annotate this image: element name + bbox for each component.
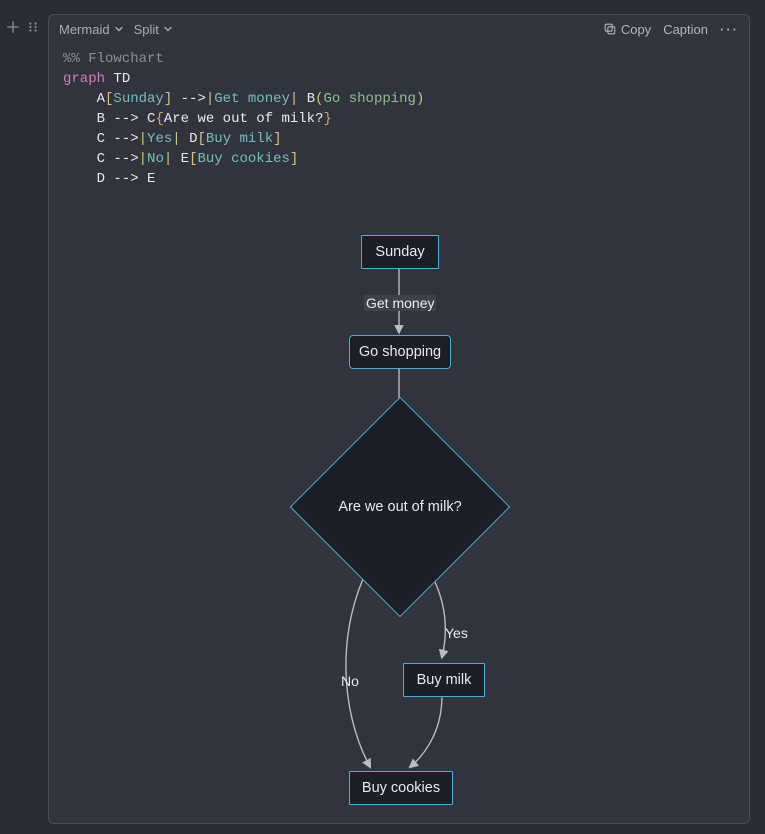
code-token: graph xyxy=(63,71,105,87)
code-token: TD xyxy=(113,71,130,87)
code-token: ] xyxy=(290,151,298,167)
edge-label-getmoney: Get money xyxy=(364,295,436,311)
code-token: --> xyxy=(113,151,138,167)
code-token: ) xyxy=(416,91,424,107)
edge-label-yes: Yes xyxy=(443,625,470,641)
node-decision[interactable] xyxy=(290,397,511,618)
code-token: D xyxy=(97,171,105,187)
code-token: | xyxy=(139,151,147,167)
code-token: B xyxy=(307,91,315,107)
caption-label: Caption xyxy=(663,22,708,37)
code-editor[interactable]: %% Flowchart graph TD A[Sunday] -->|Get … xyxy=(49,43,749,199)
edge-label-no: No xyxy=(339,673,361,689)
chevron-down-icon xyxy=(163,24,173,34)
code-token: [ xyxy=(197,131,205,147)
code-token: Get money xyxy=(214,91,290,107)
node-label: Sunday xyxy=(375,244,424,260)
code-token: C xyxy=(97,131,105,147)
node-buy-milk[interactable]: Buy milk xyxy=(403,663,485,697)
code-token: | xyxy=(164,151,172,167)
mermaid-block: Mermaid Split Copy Caption ··· %% Flowch… xyxy=(48,14,750,824)
code-token: --> xyxy=(181,91,206,107)
code-token: No xyxy=(147,151,164,167)
add-block-icon[interactable] xyxy=(6,20,20,34)
node-go-shopping[interactable]: Go shopping xyxy=(349,335,451,369)
copy-label: Copy xyxy=(621,22,651,37)
code-token: | xyxy=(290,91,298,107)
layout-dropdown[interactable]: Split xyxy=(134,22,173,37)
code-token: { xyxy=(155,111,163,127)
code-token: | xyxy=(139,131,147,147)
more-menu-button[interactable]: ··· xyxy=(720,22,739,37)
mode-label: Mermaid xyxy=(59,22,110,37)
drag-handle-icon[interactable] xyxy=(26,20,40,34)
caption-button[interactable]: Caption xyxy=(663,22,708,37)
code-token: E xyxy=(147,171,155,187)
code-token: Are we out of milk? xyxy=(164,111,324,127)
mode-dropdown[interactable]: Mermaid xyxy=(59,22,124,37)
block-toolbar: Mermaid Split Copy Caption ··· xyxy=(49,15,749,43)
code-token: ] xyxy=(164,91,172,107)
code-token: --> xyxy=(113,171,138,187)
code-token: Yes xyxy=(147,131,172,147)
code-token: %% Flowchart xyxy=(63,51,164,67)
copy-icon xyxy=(603,22,617,36)
code-token: ( xyxy=(315,91,323,107)
node-label: Buy cookies xyxy=(362,780,440,796)
layout-label: Split xyxy=(134,22,159,37)
chevron-down-icon xyxy=(114,24,124,34)
code-token: --> xyxy=(113,111,138,127)
code-token: ] xyxy=(273,131,281,147)
copy-button[interactable]: Copy xyxy=(603,22,651,37)
code-token: --> xyxy=(113,131,138,147)
code-token: Buy milk xyxy=(206,131,273,147)
node-sunday[interactable]: Sunday xyxy=(361,235,439,269)
code-token: | xyxy=(172,131,180,147)
node-label: Buy milk xyxy=(417,672,472,688)
node-buy-cookies[interactable]: Buy cookies xyxy=(349,771,453,805)
code-token: B xyxy=(97,111,105,127)
code-token: Go shopping xyxy=(324,91,416,107)
code-token: E xyxy=(181,151,189,167)
code-token: Sunday xyxy=(113,91,163,107)
code-token: Buy cookies xyxy=(197,151,289,167)
code-token: } xyxy=(324,111,332,127)
code-token: C xyxy=(97,151,105,167)
node-label: Go shopping xyxy=(359,344,441,360)
code-token: A xyxy=(97,91,105,107)
diagram-preview[interactable]: Sunday Get money Go shopping Are we out … xyxy=(49,199,749,815)
